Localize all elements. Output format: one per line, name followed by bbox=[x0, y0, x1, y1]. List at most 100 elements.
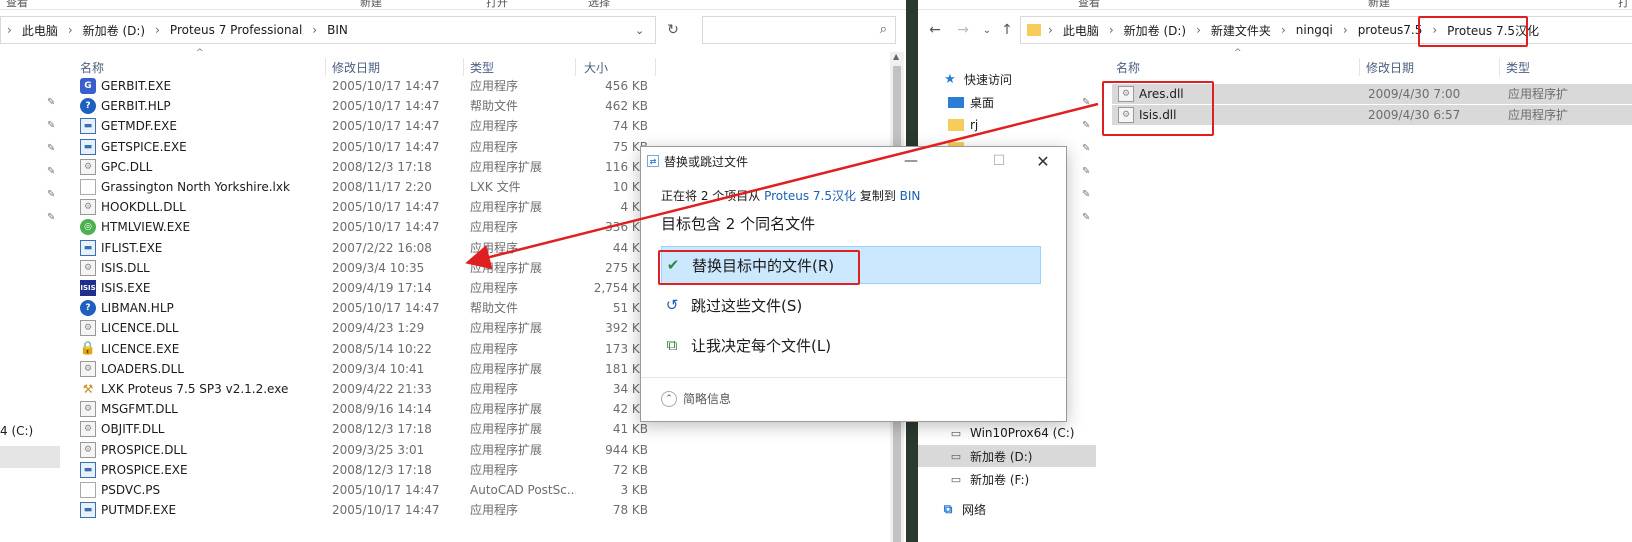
ribbon-new[interactable]: 新建 bbox=[1368, 0, 1390, 9]
breadcrumb-bin[interactable]: BIN bbox=[327, 23, 348, 37]
ribbon-open[interactable]: 打开 bbox=[1618, 0, 1632, 9]
file-row[interactable]: ⚙ ISIS.DLL 2009/3/4 10:35 应用程序扩展 275 KB bbox=[80, 258, 660, 278]
skip-files-option[interactable]: ↺ 跳过这些文件(S) bbox=[661, 286, 1041, 324]
chevron-down-icon[interactable]: ⌄ bbox=[635, 24, 644, 37]
pin-icon[interactable]: ✎ bbox=[47, 97, 59, 109]
ribbon-view[interactable]: 查看 bbox=[6, 0, 28, 9]
column-name[interactable]: 名称 ^ bbox=[80, 48, 326, 78]
file-row[interactable]: ▬ IFLIST.EXE 2007/2/22 16:08 应用程序 44 KB bbox=[80, 238, 660, 258]
close-icon[interactable]: ✕ bbox=[1021, 147, 1065, 175]
pin-icon[interactable]: ✎ bbox=[1082, 166, 1094, 178]
ribbon-view[interactable]: 查看 bbox=[1078, 0, 1100, 9]
ribbon-new[interactable]: 新建 bbox=[360, 0, 382, 9]
column-date[interactable]: 修改日期 bbox=[1366, 56, 1500, 78]
pin-icon[interactable]: ✎ bbox=[47, 189, 59, 201]
nav-selected-drive[interactable] bbox=[0, 446, 60, 468]
help-icon: ? bbox=[80, 98, 96, 115]
file-row[interactable]: ? GERBIT.HLP 2005/10/17 14:47 帮助文件 462 KB bbox=[80, 96, 660, 116]
file-row[interactable]: ⚙ LICENCE.DLL 2009/4/23 1:29 应用程序扩展 392 KB bbox=[80, 318, 660, 338]
breadcrumb-this-pc[interactable]: 此电脑 bbox=[1063, 22, 1099, 39]
breadcrumb-drive-d[interactable]: 新加卷 (D:) bbox=[83, 22, 145, 39]
breadcrumb-proteus[interactable]: Proteus 7 Professional bbox=[170, 23, 302, 37]
pin-icon[interactable]: ✎ bbox=[1082, 189, 1094, 201]
pin-icon[interactable]: ✎ bbox=[47, 166, 59, 178]
decide-each-file-option[interactable]: ⧉ 让我决定每个文件(L) bbox=[661, 326, 1041, 364]
breadcrumb-ningqi[interactable]: ningqi bbox=[1296, 23, 1333, 37]
maximize-icon[interactable]: ☐ bbox=[977, 147, 1021, 175]
recent-chevron-icon[interactable]: ⌄ bbox=[976, 19, 998, 41]
file-row[interactable]: ⚙ PROSPICE.DLL 2009/3/25 3:01 应用程序扩展 944 KB bbox=[80, 440, 660, 460]
file-row[interactable]: ⚙ LOADERS.DLL 2009/3/4 10:41 应用程序扩展 181 KB bbox=[80, 359, 660, 379]
dialog-title-bar[interactable]: ⇄ 替换或跳过文件 — ☐ ✕ bbox=[641, 147, 1066, 175]
column-type[interactable]: 类型 bbox=[470, 56, 576, 78]
pin-icon[interactable]: ✎ bbox=[1082, 120, 1094, 132]
file-row[interactable]: ISIS ISIS.EXE 2009/4/19 17:14 应用程序 2,754 KB bbox=[80, 278, 660, 298]
file-type: 应用程序扩展 bbox=[470, 422, 543, 437]
pin-icon[interactable]: ✎ bbox=[1082, 212, 1094, 224]
file-name: ▬ PROSPICE.EXE bbox=[80, 460, 328, 480]
file-row[interactable]: ⚙ HOOKDLL.DLL 2005/10/17 14:47 应用程序扩展 4 KB bbox=[80, 197, 660, 217]
file-size: 51 KB bbox=[612, 301, 648, 316]
file-row[interactable]: ▬ PROSPICE.EXE 2008/12/3 17:18 应用程序 72 KB bbox=[80, 460, 660, 480]
source-folder-link[interactable]: Proteus 7.5汉化 bbox=[764, 189, 856, 203]
file-row[interactable]: Grassington North Yorkshire.lxk 2008/11/1… bbox=[80, 177, 660, 197]
file-date: 2005/10/17 14:47 bbox=[332, 200, 440, 215]
back-arrow-icon[interactable]: ← bbox=[924, 19, 946, 41]
file-row[interactable]: PSDVC.PS 2005/10/17 14:47 AutoCAD PostSc..… bbox=[80, 480, 660, 500]
column-date[interactable]: 修改日期 bbox=[332, 56, 464, 78]
nav-network[interactable]: ⧉ 网络 bbox=[940, 498, 986, 520]
ribbon-select[interactable]: 选择 bbox=[588, 0, 610, 9]
destination-folder-link[interactable]: BIN bbox=[900, 189, 921, 203]
file-row[interactable]: ⚙ MSGFMT.DLL 2008/9/16 14:14 应用程序扩展 42 KB bbox=[80, 399, 660, 419]
nav-drive-c[interactable]: 4 (C:) bbox=[0, 424, 33, 438]
nav-folder-rj[interactable]: rj bbox=[948, 114, 978, 136]
right-address-bar[interactable]: › 此电脑 › 新加卷 (D:) › 新建文件夹 › ningqi › prot… bbox=[1020, 16, 1632, 44]
breadcrumb-drive-d[interactable]: 新加卷 (D:) bbox=[1124, 22, 1186, 39]
breadcrumb-proteus75[interactable]: proteus7.5 bbox=[1358, 23, 1423, 37]
file-row[interactable]: ▬ PUTMDF.EXE 2005/10/17 14:47 应用程序 78 KB bbox=[80, 500, 660, 520]
file-date: 2009/4/30 6:57 bbox=[1368, 107, 1461, 122]
file-row[interactable]: ◎ HTMLVIEW.EXE 2005/10/17 14:47 应用程序 336 KB bbox=[80, 217, 660, 237]
column-name[interactable]: 名称 ^ bbox=[1116, 48, 1360, 78]
file-name: ▬ PUTMDF.EXE bbox=[80, 500, 328, 520]
details-toggle[interactable]: ⌃ 简略信息 bbox=[661, 390, 731, 407]
file-row[interactable]: ⚒ LXK Proteus 7.5 SP3 v2.1.2.exe 2009/4/22… bbox=[80, 379, 660, 399]
up-arrow-icon[interactable]: ↑ bbox=[996, 19, 1018, 41]
file-row[interactable]: ▬ GETSPICE.EXE 2005/10/17 14:47 应用程序 75 KB bbox=[80, 137, 660, 157]
file-type: 应用程序扩展 bbox=[470, 321, 543, 336]
minimize-icon[interactable]: — bbox=[889, 147, 933, 175]
pin-icon[interactable]: ✎ bbox=[1082, 97, 1094, 109]
pin-icon[interactable]: ✎ bbox=[47, 143, 59, 155]
file-size: 275 KB bbox=[605, 260, 648, 275]
pin-icon[interactable]: ✎ bbox=[1082, 143, 1094, 155]
pin-icon[interactable]: ✎ bbox=[47, 212, 59, 224]
nav-drive-f[interactable]: ▭ 新加卷 (F:) bbox=[948, 468, 1029, 490]
nav-quick-access[interactable]: ★ 快速访问 bbox=[942, 68, 1012, 90]
file-row[interactable]: ▬ GETMDF.EXE 2005/10/17 14:47 应用程序 74 KB bbox=[80, 116, 660, 136]
breadcrumb-new-folder[interactable]: 新建文件夹 bbox=[1211, 22, 1271, 39]
pin-icon[interactable]: ✎ bbox=[47, 120, 59, 132]
file-row[interactable]: G GERBIT.EXE 2005/10/17 14:47 应用程序 456 KB bbox=[80, 76, 660, 96]
column-size[interactable]: 大小 bbox=[584, 56, 656, 78]
forward-arrow-icon[interactable]: → bbox=[952, 19, 974, 41]
nav-desktop[interactable]: 桌面 bbox=[948, 91, 994, 113]
ribbon-open[interactable]: 打开 bbox=[486, 0, 508, 9]
file-name: ▬ GETSPICE.EXE bbox=[80, 137, 328, 157]
file-type: 应用程序扩展 bbox=[470, 361, 543, 376]
left-search-input[interactable]: ⌕ bbox=[702, 16, 896, 44]
file-row[interactable]: 🔒 LICENCE.EXE 2008/5/14 10:22 应用程序 173 KB bbox=[80, 339, 660, 359]
file-row[interactable]: ⚙ OBJITF.DLL 2008/12/3 17:18 应用程序扩展 41 KB bbox=[80, 419, 660, 439]
dialog-heading: 目标包含 2 个同名文件 bbox=[661, 215, 816, 233]
file-size: 173 KB bbox=[605, 341, 648, 356]
scroll-up-icon[interactable]: ▲ bbox=[893, 52, 899, 61]
column-type[interactable]: 类型 bbox=[1506, 56, 1626, 78]
refresh-icon[interactable]: ↻ bbox=[662, 19, 684, 41]
file-row[interactable]: ⚙ GPC.DLL 2008/12/3 17:18 应用程序扩展 116 KB bbox=[80, 157, 660, 177]
nav-drive-c[interactable]: ▭ Win10Prox64 (C:) bbox=[948, 422, 1075, 444]
file-date: 2005/10/17 14:47 bbox=[332, 483, 440, 497]
file-row[interactable]: ? LIBMAN.HLP 2005/10/17 14:47 帮助文件 51 KB bbox=[80, 298, 660, 318]
nav-drive-d[interactable]: ▭ 新加卷 (D:) bbox=[948, 445, 1033, 467]
file-date: 2005/10/17 14:47 bbox=[332, 119, 440, 134]
breadcrumb-this-pc[interactable]: 此电脑 bbox=[22, 22, 58, 39]
left-address-bar[interactable]: › 此电脑 › 新加卷 (D:) › Proteus 7 Professiona… bbox=[0, 16, 656, 44]
